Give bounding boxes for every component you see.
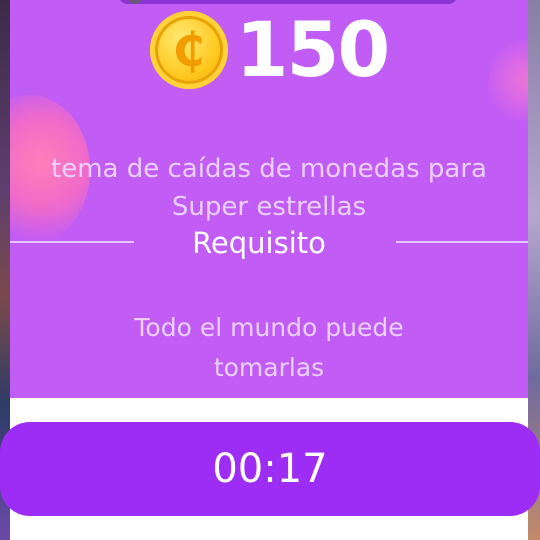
description-line: Super estrellas [171, 192, 367, 222]
coin-amount: 150 [235, 5, 391, 94]
coin-symbol: ₵ [172, 23, 205, 77]
countdown-timer-button[interactable]: 00:17 [0, 422, 540, 516]
coin-amount-row: ₵ 150 [10, 6, 528, 94]
event-description: tema de caídas de monedas para Super est… [10, 150, 528, 226]
description-line: tema de caídas de monedas para [51, 154, 487, 184]
requirement-header: Requisito [10, 225, 528, 261]
requirement-title: Requisito [192, 226, 326, 260]
requirement-line: Todo el mundo puede [134, 313, 404, 342]
divider [396, 241, 528, 243]
countdown-timer: 00:17 [212, 446, 328, 492]
card-top-bar [118, 0, 458, 4]
requirement-text: Todo el mundo puede tomarlas [10, 308, 528, 388]
divider [10, 241, 134, 243]
requirement-line: tomarlas [213, 353, 325, 382]
coin-icon: ₵ [149, 11, 228, 89]
